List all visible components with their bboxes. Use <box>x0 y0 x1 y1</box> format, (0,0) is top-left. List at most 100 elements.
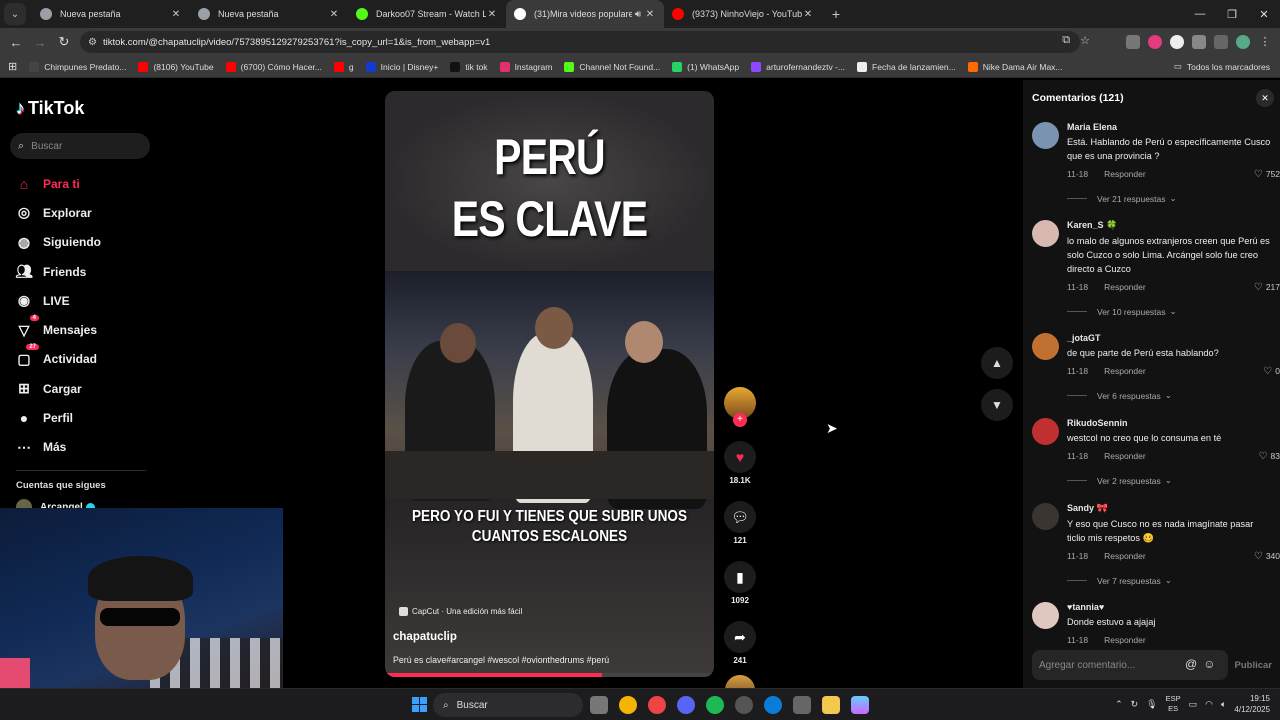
copilot-icon[interactable] <box>851 696 869 714</box>
edge-icon[interactable] <box>764 696 782 714</box>
sidebar-item-para-ti[interactable]: ⌂ Para ti <box>14 169 101 198</box>
browser-tab[interactable]: Nueva pestaña ✕ <box>190 0 348 28</box>
close-comments-button[interactable]: ✕ <box>1256 89 1274 107</box>
sidebar-item-perfil[interactable]: ● Perfil <box>14 403 101 432</box>
extension-icon[interactable] <box>1126 35 1140 49</box>
comment-author[interactable]: Maria Elena <box>1067 122 1272 132</box>
sidebar-item-actividad[interactable]: ▢ 27 Actividad <box>14 344 101 374</box>
chevron-up-icon[interactable]: ⌃ <box>1115 699 1123 710</box>
kebab-menu-icon[interactable]: ⋮ <box>1258 35 1272 49</box>
wifi-icon[interactable]: ◠ <box>1205 699 1213 710</box>
comment-like-button[interactable]: ♡ 0 <box>1263 366 1280 377</box>
publish-button[interactable]: Publicar <box>1235 660 1273 671</box>
follow-plus-icon[interactable]: + <box>733 413 747 427</box>
bookmark-item[interactable]: Instagram <box>499 61 552 72</box>
store-icon[interactable] <box>793 696 811 714</box>
view-replies-button[interactable]: Ver 6 respuestas ⌄ <box>1067 390 1272 401</box>
comment-author[interactable]: Karen_S 🍀 <box>1067 220 1272 231</box>
forward-button[interactable]: → <box>28 35 52 50</box>
comment-author[interactable]: _jotaGT <box>1067 333 1272 343</box>
sidebar-item-friends[interactable]: 👥︎ Friends <box>14 257 101 286</box>
reply-button[interactable]: Responder <box>1104 366 1146 376</box>
extension-record-icon[interactable] <box>1148 35 1162 49</box>
view-replies-button[interactable]: Ver 21 respuestas ⌄ <box>1067 193 1272 204</box>
comment-author[interactable]: Sandy 🎀 <box>1067 503 1272 514</box>
tab-close-icon[interactable]: ✕ <box>170 9 182 20</box>
video-author[interactable]: chapatuclip <box>393 631 457 643</box>
avatar[interactable] <box>1032 122 1059 149</box>
reply-button[interactable]: Responder <box>1104 451 1146 461</box>
spotify-icon[interactable] <box>706 696 724 714</box>
maximize-button[interactable]: ❐ <box>1216 0 1248 28</box>
like-button[interactable]: ♥ <box>724 441 756 473</box>
all-bookmarks-folder[interactable]: ▭ Todos los marcadores <box>1174 61 1270 72</box>
emoji-icon[interactable]: ☺ <box>1203 657 1215 671</box>
tab-close-icon[interactable]: ✕ <box>802 9 814 20</box>
comment-like-button[interactable]: ♡ 83 <box>1259 451 1280 462</box>
reply-button[interactable]: Responder <box>1104 169 1146 179</box>
microphone-icon[interactable]: 🎙︎ <box>1146 699 1157 710</box>
comment-author[interactable]: ♥tannia♥ <box>1067 602 1272 612</box>
site-info-icon[interactable]: ⚙ <box>88 37 97 48</box>
extensions-puzzle-icon[interactable] <box>1192 35 1206 49</box>
comment-like-button[interactable]: ♡ 340 <box>1254 551 1280 562</box>
bookmark-item[interactable]: (8106) YouTube <box>138 61 214 72</box>
comment-author[interactable]: RikudoSennin <box>1067 418 1272 428</box>
avatar[interactable] <box>1032 602 1059 629</box>
bookmark-item[interactable]: Fecha de lanzamien... <box>857 61 956 72</box>
sidebar-item-m-s[interactable]: ⋯ Más <box>14 433 101 462</box>
capcut-tag[interactable]: CapCut · Una edición más fácil <box>399 607 522 616</box>
bookmark-item[interactable]: tik tok <box>450 61 488 72</box>
save-button[interactable]: ▮ <box>724 561 756 593</box>
bookmark-item[interactable]: (1) WhatsApp <box>672 61 739 72</box>
video-player[interactable]: PERÚ ES CLAVE PERO YO FUI Y TIENES QUE S… <box>385 91 714 677</box>
language-indicator[interactable]: ESP ES <box>1166 694 1181 714</box>
tab-close-icon[interactable]: ✕ <box>644 9 656 20</box>
reload-button[interactable]: ↻ <box>52 34 76 50</box>
back-button[interactable]: ← <box>4 35 28 50</box>
tab-audio-icon[interactable]: 🔊︎ <box>632 9 644 20</box>
discord-icon[interactable] <box>677 696 695 714</box>
sidebar-item-cargar[interactable]: ⊞ Cargar <box>14 374 101 403</box>
apps-grid-icon[interactable]: ⊞ <box>8 60 17 73</box>
sidebar-item-live[interactable]: ◉ LIVE <box>14 286 101 315</box>
chrome-icon[interactable] <box>619 696 637 714</box>
comment-like-button[interactable]: ♡ 217 <box>1254 282 1280 293</box>
file-explorer-icon[interactable] <box>822 696 840 714</box>
bookmark-item[interactable]: Nike Dama Air Max... <box>967 61 1063 72</box>
view-replies-button[interactable]: Ver 10 respuestas ⌄ <box>1067 306 1272 317</box>
reading-list-icon[interactable] <box>1214 35 1228 49</box>
volume-icon[interactable]: 🔈︎ <box>1221 699 1226 710</box>
bookmark-item[interactable]: Inicio | Disney+ <box>365 61 438 72</box>
bookmark-item[interactable]: g <box>333 61 354 72</box>
sidebar-item-explorar[interactable]: ◎ Explorar <box>14 198 101 227</box>
share-button[interactable]: ➦ <box>724 621 756 653</box>
bookmark-item[interactable]: Channel Not Found... <box>564 61 660 72</box>
bookmark-item[interactable]: (6700) Cómo Hacer... <box>225 61 322 72</box>
obs-icon[interactable] <box>735 696 753 714</box>
browser-tab[interactable]: Nueva pestaña ✕ <box>32 0 190 28</box>
reply-button[interactable]: Responder <box>1104 635 1146 645</box>
task-view-icon[interactable] <box>590 696 608 714</box>
minimize-button[interactable]: — <box>1184 0 1216 28</box>
tab-close-icon[interactable]: ✕ <box>328 9 340 20</box>
install-app-icon[interactable]: ⧉ <box>1062 34 1070 47</box>
mention-icon[interactable]: @ <box>1185 657 1197 671</box>
avatar[interactable] <box>1032 220 1059 247</box>
creator-avatar[interactable]: + <box>724 387 756 427</box>
start-button[interactable] <box>412 697 427 712</box>
tab-close-icon[interactable]: ✕ <box>486 9 498 20</box>
comment-button[interactable]: 💬︎ <box>724 501 756 533</box>
extension-icon[interactable] <box>1170 35 1184 49</box>
video-progress-bar[interactable] <box>385 673 714 677</box>
sidebar-item-siguiendo[interactable]: ◍ Siguiendo <box>14 228 101 257</box>
bookmark-item[interactable]: Chimpunes Predato... <box>29 61 126 72</box>
clock[interactable]: 19:15 4/12/2025 <box>1234 693 1270 715</box>
view-replies-button[interactable]: Ver 2 respuestas ⌄ <box>1067 475 1272 486</box>
taskbar-search[interactable]: ⌕ Buscar <box>433 693 583 717</box>
tiktok-logo[interactable]: ♪ TikTok <box>16 98 84 119</box>
avatar[interactable] <box>1032 418 1059 445</box>
next-video-button[interactable]: ▼ <box>981 389 1013 421</box>
profile-avatar-icon[interactable] <box>1236 35 1250 49</box>
omnibox[interactable]: ⚙ tiktok.com/@chapatuclip/video/75738951… <box>80 31 1080 53</box>
